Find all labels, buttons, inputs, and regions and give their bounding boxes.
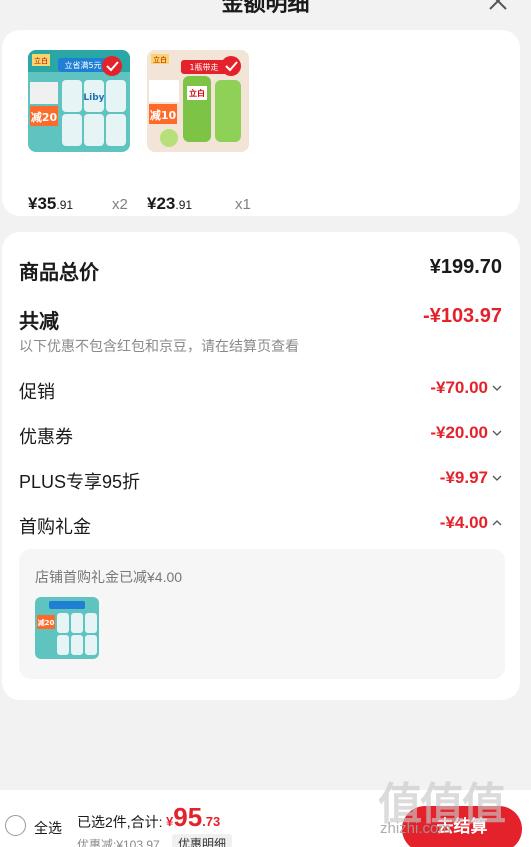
total-label: 商品总价	[19, 262, 99, 284]
product-badge: 1瓶带走	[189, 62, 218, 72]
chevron-up-icon	[492, 520, 502, 526]
checkout-button[interactable]: 去结算	[402, 806, 522, 847]
product-label: Liby	[83, 93, 104, 103]
gift-product-image[interactable]: 减20	[35, 597, 99, 659]
product-item[interactable]: 立白 1瓶带走 减10 立白 ¥23.91 x1	[147, 50, 257, 213]
products-card: 立白 立省满5元 减20 Liby ¥35.91 x2 立白 1瓶带走 减10 …	[2, 30, 520, 216]
product-image[interactable]: 立白 立省满5元 减20 Liby	[28, 50, 130, 152]
chevron-down-icon	[492, 475, 502, 481]
product-qty: x2	[112, 196, 128, 213]
product-price: ¥35.91	[28, 194, 74, 213]
first-buy-gift-detail: 店铺首购礼金已减¥4.00 减20	[19, 549, 505, 679]
discount-row-coupon[interactable]: 优惠券 -¥20.00	[19, 423, 502, 449]
discount-note: 以下优惠不包含红包和京豆，请在结算页查看	[19, 338, 299, 354]
product-label: 立白	[189, 88, 205, 98]
header: 金额明细	[0, 0, 531, 26]
total-row: 商品总价 ¥199.70	[19, 256, 502, 285]
total-price: ¥95.73	[166, 802, 221, 832]
reduce-summary: 优惠减:¥103.97	[77, 838, 160, 847]
select-all-label[interactable]: 全选	[34, 818, 62, 838]
product-badge: 立省满5元	[64, 60, 101, 70]
product-item[interactable]: 立白 立省满5元 减20 Liby ¥35.91 x2	[28, 50, 138, 213]
reduce-label: 共减	[19, 311, 59, 333]
select-all-radio[interactable]	[5, 815, 26, 836]
total-value: ¥199.70	[429, 256, 502, 278]
product-image[interactable]: 立白 1瓶带走 减10 立白	[147, 50, 249, 152]
product-tag: 减20	[31, 110, 58, 124]
reduce-value: -¥103.97	[423, 305, 502, 327]
product-price: ¥23.91	[147, 194, 193, 213]
gift-product-tag: 减20	[38, 618, 55, 627]
checkout-bar: 全选 已选2件,合计: ¥95.73 优惠减:¥103.97 优惠明细 去结算	[0, 790, 531, 847]
discount-row-promo[interactable]: 促销 -¥70.00	[19, 378, 502, 404]
product-qty: x1	[235, 196, 251, 213]
product-brand: 立白	[34, 56, 48, 65]
close-icon[interactable]	[487, 0, 509, 12]
product-brand: 立白	[153, 55, 167, 64]
price-summary-card: 商品总价 ¥199.70 共减 -¥103.97 以下优惠不包含红包和京豆，请在…	[2, 232, 520, 700]
product-tag: 减10	[150, 108, 177, 122]
discount-row-plus[interactable]: PLUS专享95折 -¥9.97	[19, 468, 502, 494]
chevron-down-icon	[492, 385, 502, 391]
reduce-row: 共减 -¥103.97	[19, 305, 502, 334]
selected-count: 已选2件,合计:	[77, 814, 163, 830]
gift-text: 店铺首购礼金已减¥4.00	[35, 569, 183, 585]
page-title: 金额明细	[221, 0, 310, 16]
discount-row-first-buy[interactable]: 首购礼金 -¥4.00	[19, 513, 502, 539]
chevron-down-icon	[492, 430, 502, 436]
discount-detail-button[interactable]: 优惠明细	[172, 834, 233, 847]
